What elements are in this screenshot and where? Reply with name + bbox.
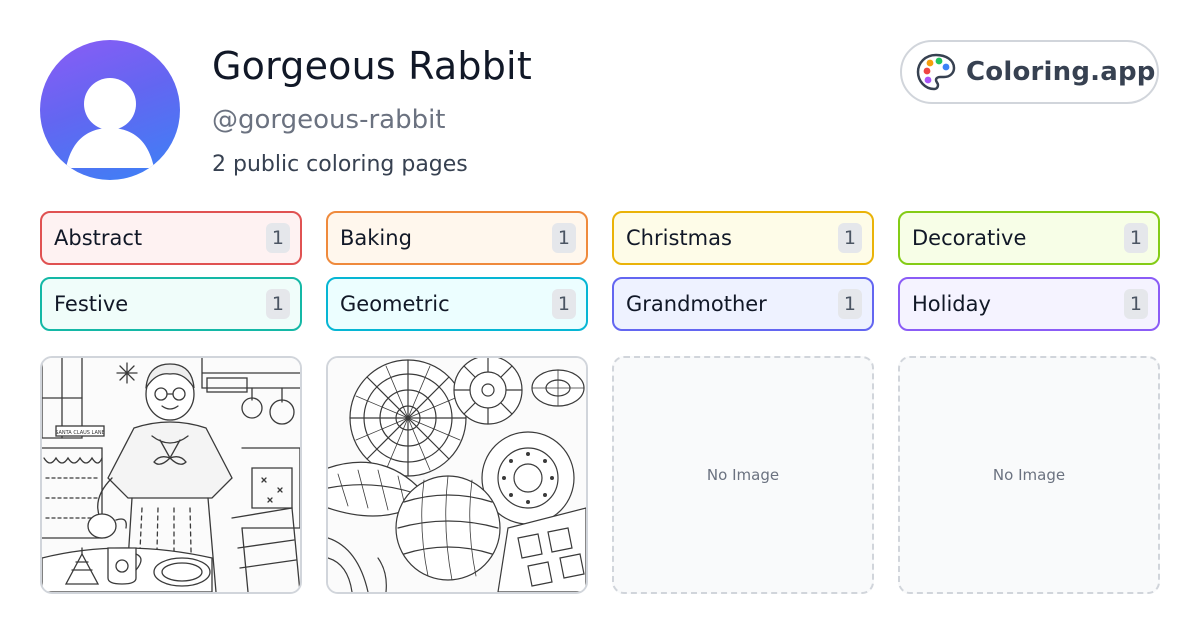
avatar: [40, 40, 180, 180]
tag-label: Decorative: [912, 226, 1027, 250]
tag-christmas[interactable]: Christmas 1: [612, 211, 874, 265]
coloring-page-card-empty[interactable]: No Image: [612, 356, 874, 594]
tag-count-badge: 1: [551, 223, 576, 253]
tag-count-badge: 1: [1123, 223, 1148, 253]
coloring-page-card-grandmother[interactable]: SANTA CLAUS LANE: [40, 356, 302, 594]
profile-name: Gorgeous Rabbit: [212, 44, 532, 88]
coloring-app-brand-link[interactable]: Coloring.app: [900, 40, 1159, 104]
public-page-count: 2 public coloring pages: [212, 152, 468, 177]
tag-baking[interactable]: Baking 1: [326, 211, 588, 265]
tag-count-badge: 1: [837, 289, 862, 319]
tag-label: Baking: [340, 226, 412, 250]
tag-count-badge: 1: [265, 289, 290, 319]
tag-geometric[interactable]: Geometric 1: [326, 277, 588, 331]
tag-label: Abstract: [54, 226, 143, 250]
tag-count-badge: 1: [551, 289, 576, 319]
no-image-placeholder: No Image: [706, 466, 780, 484]
tag-festive[interactable]: Festive 1: [40, 277, 302, 331]
coloring-page-thumbnail: [328, 358, 586, 592]
tag-label: Festive: [54, 292, 129, 316]
tag-count-badge: 1: [837, 223, 862, 253]
tag-label: Holiday: [912, 292, 991, 316]
brand-label: Coloring.app: [966, 57, 1156, 87]
tag-grandmother[interactable]: Grandmother 1: [612, 277, 874, 331]
profile-handle: @gorgeous-rabbit: [212, 105, 446, 135]
palette-icon: [916, 53, 956, 91]
user-icon: [66, 78, 154, 168]
tag-count-badge: 1: [1123, 289, 1148, 319]
tag-label: Christmas: [626, 226, 732, 250]
tag-abstract[interactable]: Abstract 1: [40, 211, 302, 265]
tag-decorative[interactable]: Decorative 1: [898, 211, 1160, 265]
no-image-placeholder: No Image: [992, 466, 1066, 484]
tag-label: Geometric: [340, 292, 450, 316]
tag-count-badge: 1: [265, 223, 290, 253]
coloring-page-card-geometric[interactable]: [326, 356, 588, 594]
tag-holiday[interactable]: Holiday 1: [898, 277, 1160, 331]
street-sign-text: SANTA CLAUS LANE: [55, 430, 105, 436]
tag-label: Grandmother: [626, 292, 767, 316]
coloring-page-thumbnail: SANTA CLAUS LANE: [42, 358, 300, 592]
coloring-page-card-empty[interactable]: No Image: [898, 356, 1160, 594]
